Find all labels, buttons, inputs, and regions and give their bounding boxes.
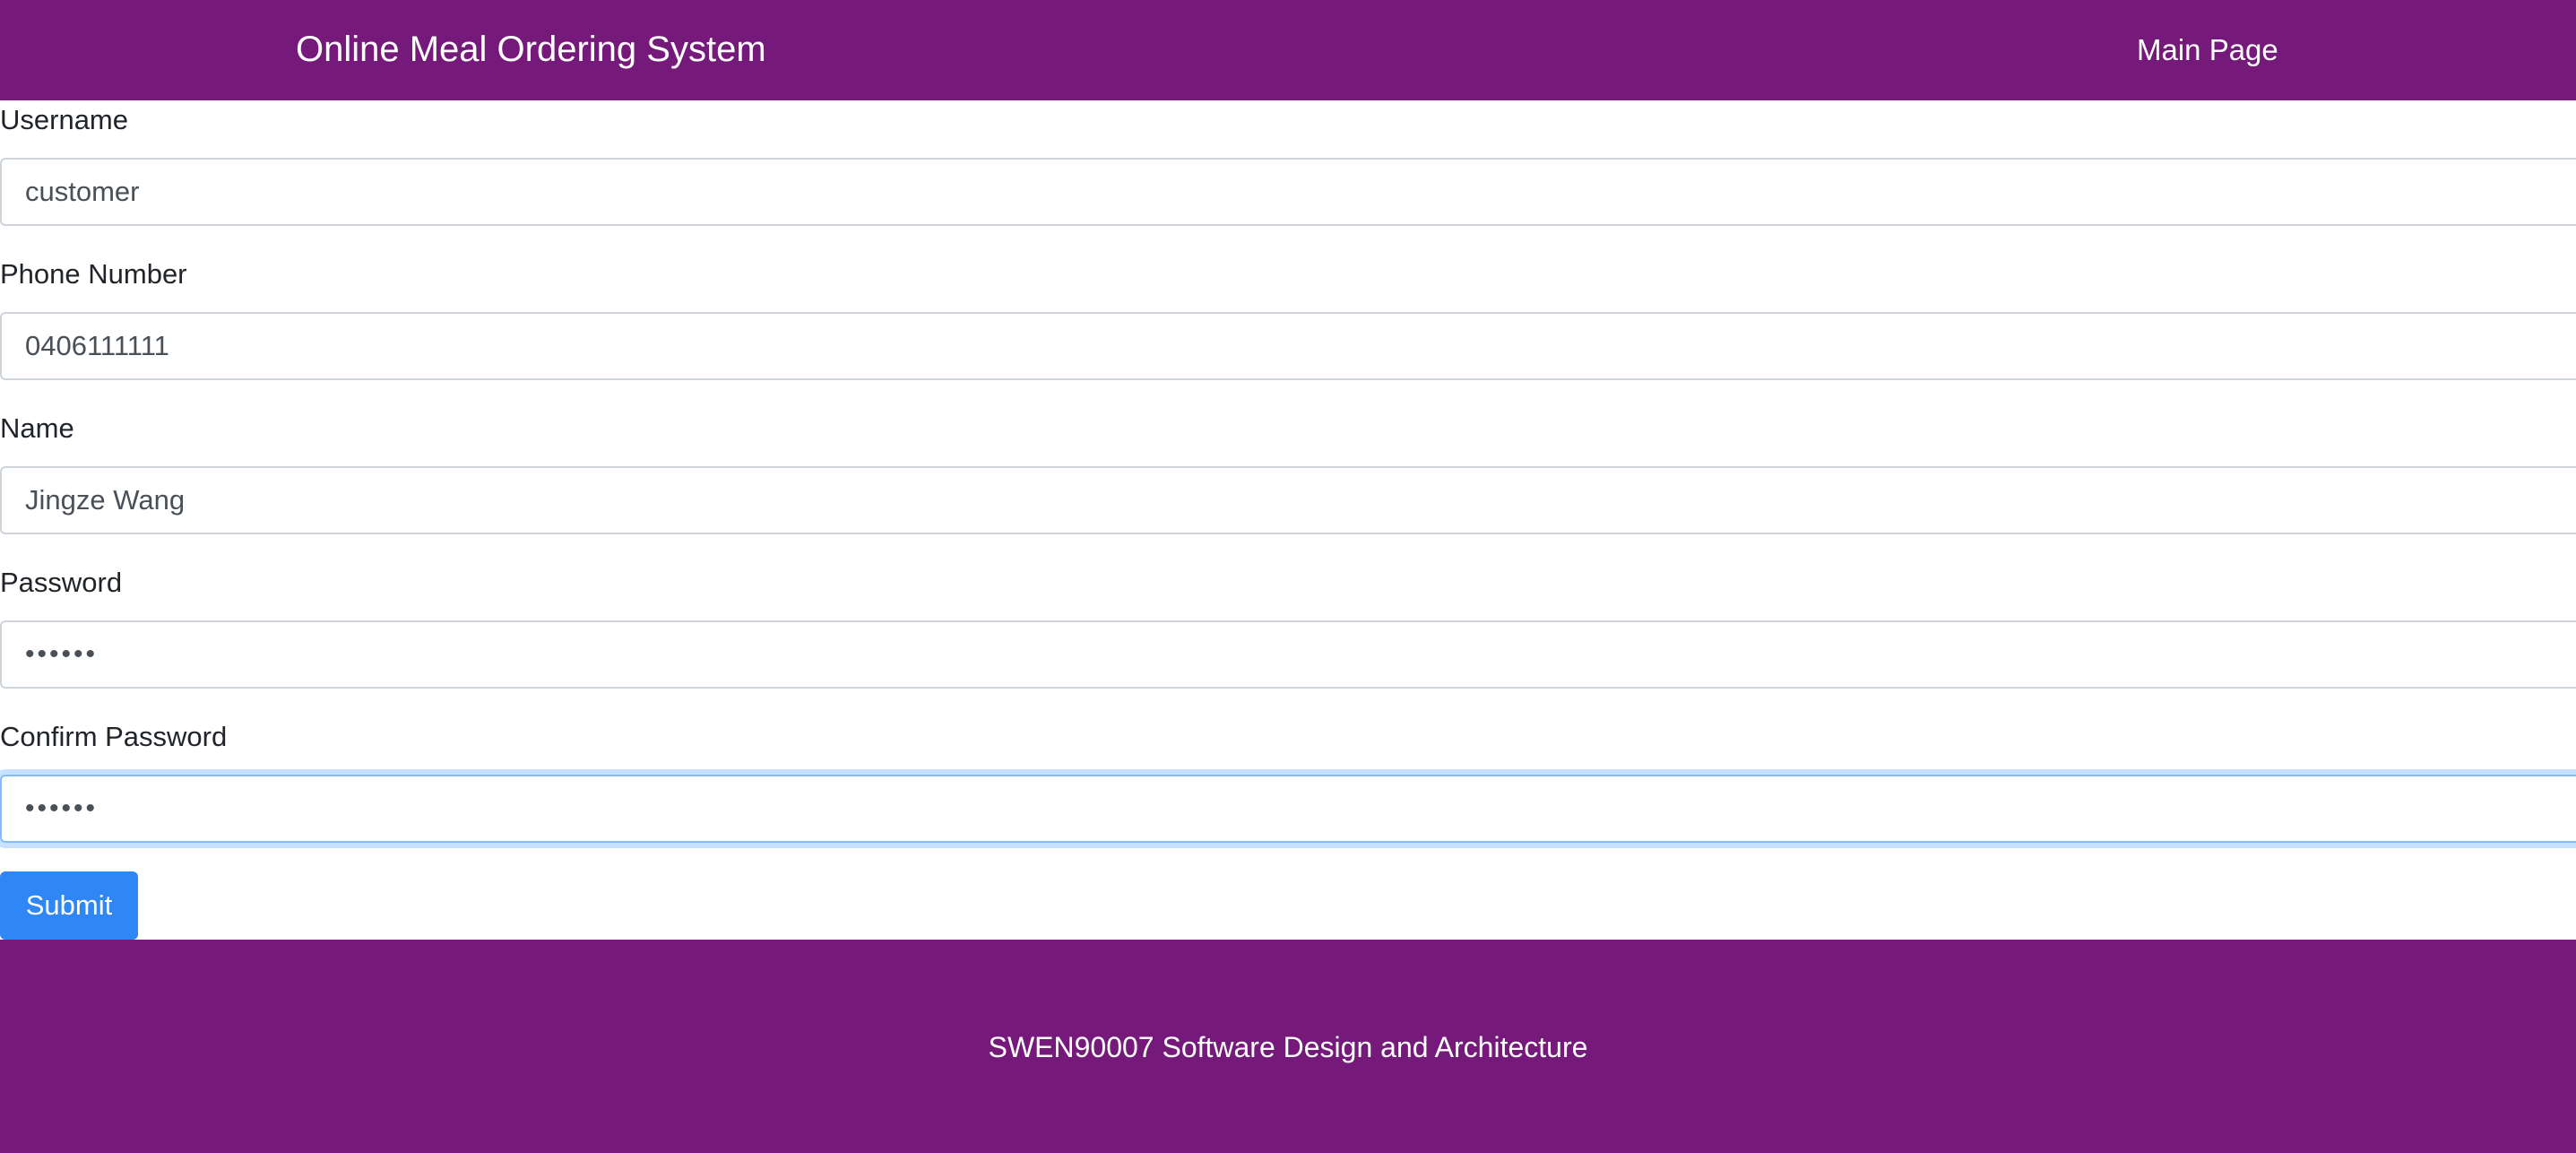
- password-label: Password: [0, 567, 123, 598]
- name-label: Name: [0, 412, 74, 444]
- footer-text: SWEN90007 Software Design and Architectu…: [988, 1031, 1588, 1063]
- password-input[interactable]: [0, 620, 2576, 689]
- confirm-password-input[interactable]: [0, 775, 2576, 843]
- phone-number-input[interactable]: [0, 312, 2576, 380]
- username-input[interactable]: [0, 158, 2576, 226]
- app-title: Online Meal Ordering System: [296, 30, 766, 69]
- username-label: Username: [0, 104, 128, 135]
- phone-number-label: Phone Number: [0, 258, 187, 290]
- footer: SWEN90007 Software Design and Architectu…: [0, 940, 2576, 1153]
- submit-button[interactable]: Submit: [0, 871, 138, 940]
- main-page-link[interactable]: Main Page: [2137, 29, 2278, 72]
- confirm-password-label: Confirm Password: [0, 721, 228, 752]
- top-navbar: Online Meal Ordering System Main Page: [0, 0, 2576, 100]
- name-input[interactable]: [0, 466, 2576, 534]
